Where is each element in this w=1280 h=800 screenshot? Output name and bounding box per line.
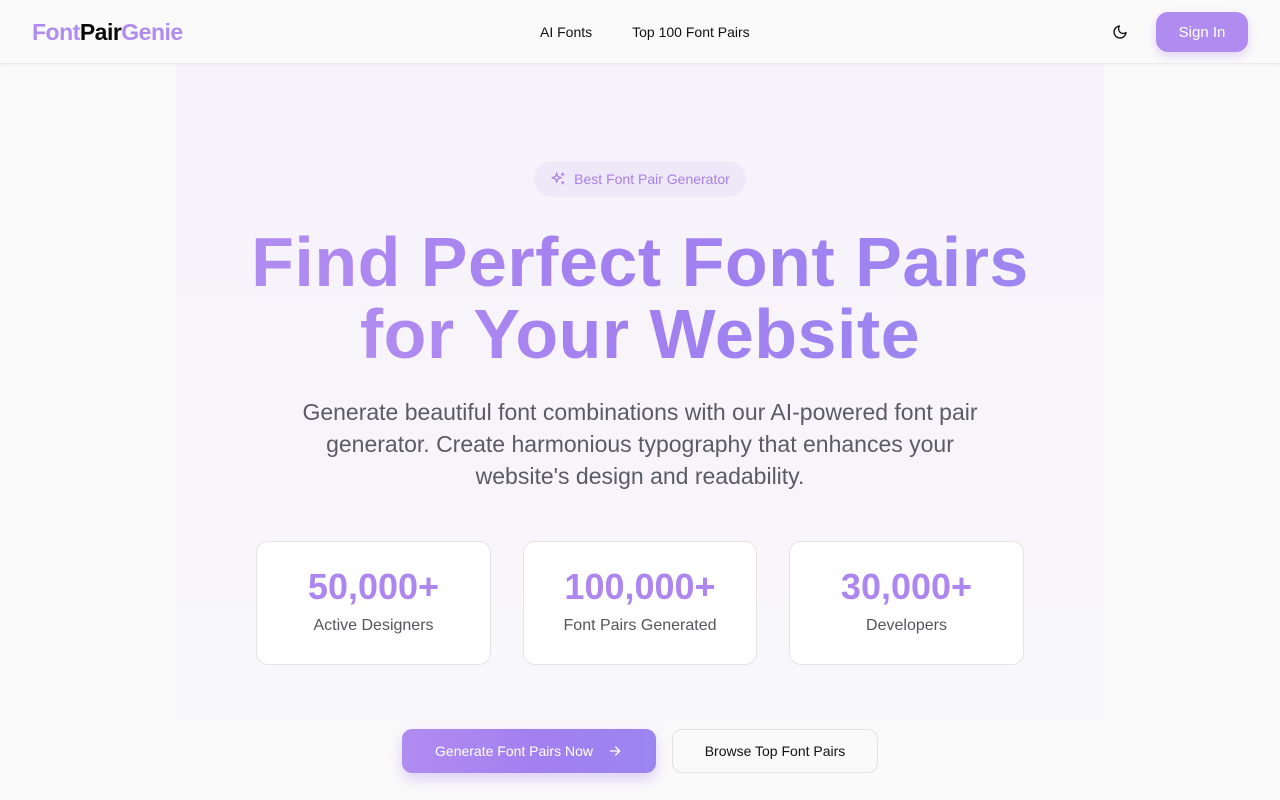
nav-link-ai-fonts[interactable]: AI Fonts — [540, 23, 592, 41]
brand-logo[interactable]: FontPairGenie — [32, 18, 183, 46]
sign-in-button[interactable]: Sign In — [1156, 12, 1248, 52]
moon-icon — [1113, 25, 1127, 39]
theme-toggle-button[interactable] — [1104, 16, 1136, 48]
sparkles-icon — [551, 172, 565, 185]
nav-link-top-100-font-pairs[interactable]: Top 100 Font Pairs — [632, 23, 750, 41]
logo-part-pair: Pair — [79, 19, 122, 45]
stat-label: Active Designers — [313, 617, 434, 634]
stat-value: 100,000+ — [564, 566, 716, 607]
arrow-right-icon — [609, 746, 621, 756]
stat-label: Developers — [866, 617, 947, 634]
stat-value: 50,000+ — [307, 566, 440, 607]
hero-subtitle: Generate beautiful font combinations wit… — [302, 399, 978, 489]
generate-font-pairs-button[interactable]: Generate Font Pairs Now — [402, 729, 656, 773]
hero-headline-line2: for Your Website — [359, 295, 921, 373]
hero-headline-line1: Find Perfect Font Pairs — [251, 223, 1029, 301]
logo-part-font: Font — [32, 19, 80, 45]
generate-font-pairs-label: Generate Font Pairs Now — [435, 743, 593, 759]
hero-badge: Best Font Pair Generator — [534, 161, 746, 197]
stat-card-font-pairs-generated: 100,000+ Font Pairs Generated — [523, 541, 757, 665]
stat-label: Font Pairs Generated — [563, 617, 717, 634]
hero-badge-label: Best Font Pair Generator — [574, 171, 730, 187]
hero-headline: Find Perfect Font Pairs for Your Website — [176, 226, 1104, 370]
browse-top-font-pairs-button[interactable]: Browse Top Font Pairs — [672, 729, 878, 773]
stat-card-developers: 30,000+ Developers — [789, 541, 1024, 665]
stat-value: 30,000+ — [840, 566, 973, 607]
nav-links: AI Fonts Top 100 Font Pairs — [540, 23, 750, 41]
stats-row: 50,000+ Active Designers 100,000+ Font P… — [256, 541, 1024, 665]
stat-card-active-designers: 50,000+ Active Designers — [256, 541, 491, 665]
top-navbar: FontPairGenie AI Fonts Top 100 Font Pair… — [0, 0, 1280, 64]
logo-part-genie: Genie — [121, 19, 183, 45]
